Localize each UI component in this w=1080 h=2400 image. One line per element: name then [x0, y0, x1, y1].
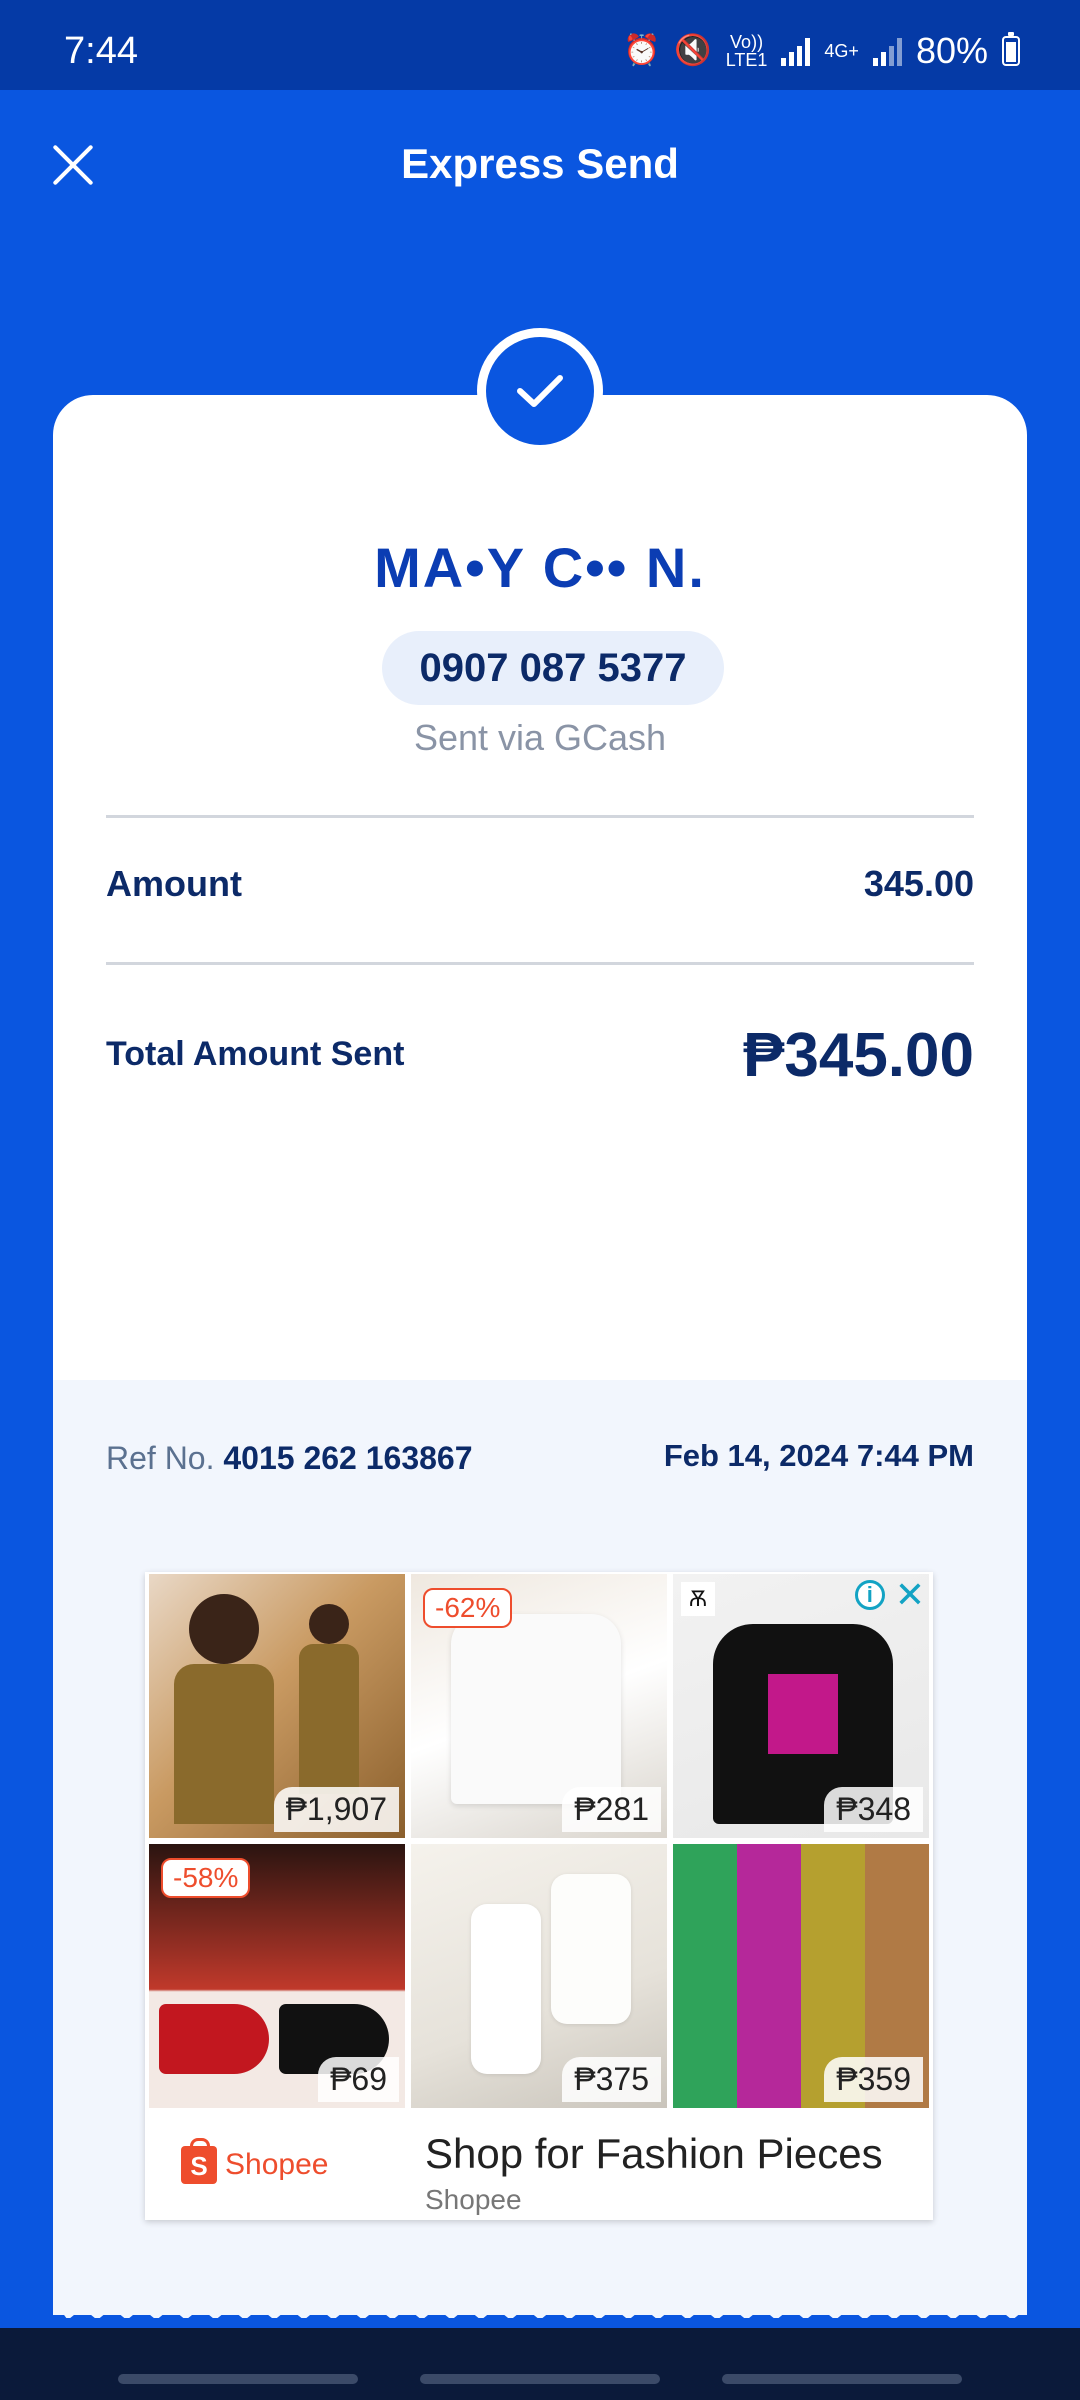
divider	[106, 815, 974, 818]
product-price: ₱69	[318, 2057, 399, 2102]
product-image	[159, 2004, 269, 2074]
ad-close-icon[interactable]: ✕	[895, 1577, 925, 1613]
discount-badge: -58%	[161, 1858, 251, 1898]
ad-product-tile[interactable]: ₱359	[673, 1844, 929, 2108]
recipient-phone: 0907 087 5377	[382, 631, 724, 705]
ad-product-tile[interactable]: ₱375	[411, 1844, 667, 2108]
ad-banner[interactable]: i ✕ ₱1,907 -62% ₱281 Ѫ ₱348 -58% ₱69 ₱37…	[145, 1572, 933, 2220]
product-image	[174, 1664, 274, 1824]
product-price: ₱359	[824, 2057, 923, 2102]
nav-home-handle[interactable]	[420, 2374, 660, 2384]
sent-via-text: Sent via GCash	[413, 717, 667, 758]
signal-icon	[781, 36, 811, 66]
page-title: Express Send	[401, 140, 679, 187]
ad-product-tile[interactable]: -62% ₱281	[411, 1574, 667, 1838]
brand-logo-icon: Ѫ	[681, 1582, 715, 1616]
signal-icon-2	[872, 36, 902, 66]
product-image	[189, 1594, 259, 1664]
discount-badge: -62%	[423, 1588, 513, 1628]
ad-controls: i ✕	[854, 1577, 925, 1613]
app-header: Express Send	[0, 90, 1080, 240]
nav-back-handle[interactable]	[722, 2374, 962, 2384]
product-price: ₱281	[562, 1787, 661, 1832]
product-image	[299, 1644, 359, 1794]
volte-indicator: Vo)) LTE1	[725, 32, 768, 70]
ad-footer[interactable]: S Shopee Shop for Fashion Pieces Shopee	[145, 2112, 933, 2220]
divider	[106, 962, 974, 965]
recipient-name: MA•Y C•• N.	[374, 536, 706, 599]
receipt-card: MA•Y C•• N. 0907 087 5377 Sent via GCash…	[53, 395, 1027, 2315]
checkmark-icon	[486, 337, 594, 445]
ref-value: 4015 262 163867	[223, 1440, 473, 1476]
network-4g-indicator: 4G+	[824, 41, 859, 61]
product-image	[451, 1614, 621, 1804]
product-image	[309, 1604, 349, 1644]
reference-number: Ref No. 4015 262 163867	[106, 1440, 473, 1477]
shopee-logo: S Shopee	[181, 2138, 329, 2184]
battery-percent: 80%	[915, 30, 988, 71]
nav-recents-handle[interactable]	[118, 2374, 358, 2384]
transaction-date: Feb 14, 2024 7:44 PM	[663, 1438, 974, 1473]
battery-icon	[1002, 32, 1020, 66]
shopee-logo-text: Shopee	[225, 2148, 329, 2181]
ad-info-icon[interactable]: i	[854, 1580, 885, 1610]
ad-product-grid: ₱1,907 -62% ₱281 Ѫ ₱348 -58% ₱69 ₱375 ₱3…	[149, 1574, 929, 2108]
status-icons: ⏰ 🔇 Vo)) LTE1 4G+ 80%	[623, 30, 1020, 72]
amount-value: 345.00	[863, 863, 974, 904]
total-value: ₱345.00	[743, 1021, 974, 1090]
status-time: 7:44	[64, 30, 138, 72]
alarm-icon: ⏰	[623, 34, 661, 67]
mute-icon: 🔇	[674, 34, 712, 67]
product-price: ₱1,907	[273, 1787, 399, 1832]
amount-label: Amount	[106, 863, 242, 904]
ad-product-tile[interactable]: ₱1,907	[149, 1574, 405, 1838]
product-price: ₱375	[562, 2057, 661, 2102]
product-image	[768, 1674, 838, 1754]
ref-label: Ref No.	[106, 1440, 215, 1476]
product-image	[471, 1904, 541, 2074]
shopping-bag-icon: S	[181, 2138, 217, 2184]
ad-headline: Shop for Fashion Pieces	[425, 2130, 883, 2177]
ad-product-tile[interactable]: Ѫ ₱348	[673, 1574, 929, 1838]
product-price: ₱348	[824, 1787, 923, 1832]
system-nav-bar	[0, 2318, 1080, 2400]
ad-advertiser: Shopee	[425, 2184, 522, 2215]
status-bar: 7:44 ⏰ 🔇 Vo)) LTE1 4G+ 80%	[0, 0, 1080, 90]
success-badge	[477, 328, 603, 454]
total-label: Total Amount Sent	[106, 1035, 405, 1073]
ad-product-tile[interactable]: -58% ₱69	[149, 1844, 405, 2108]
product-image	[551, 1874, 631, 2024]
